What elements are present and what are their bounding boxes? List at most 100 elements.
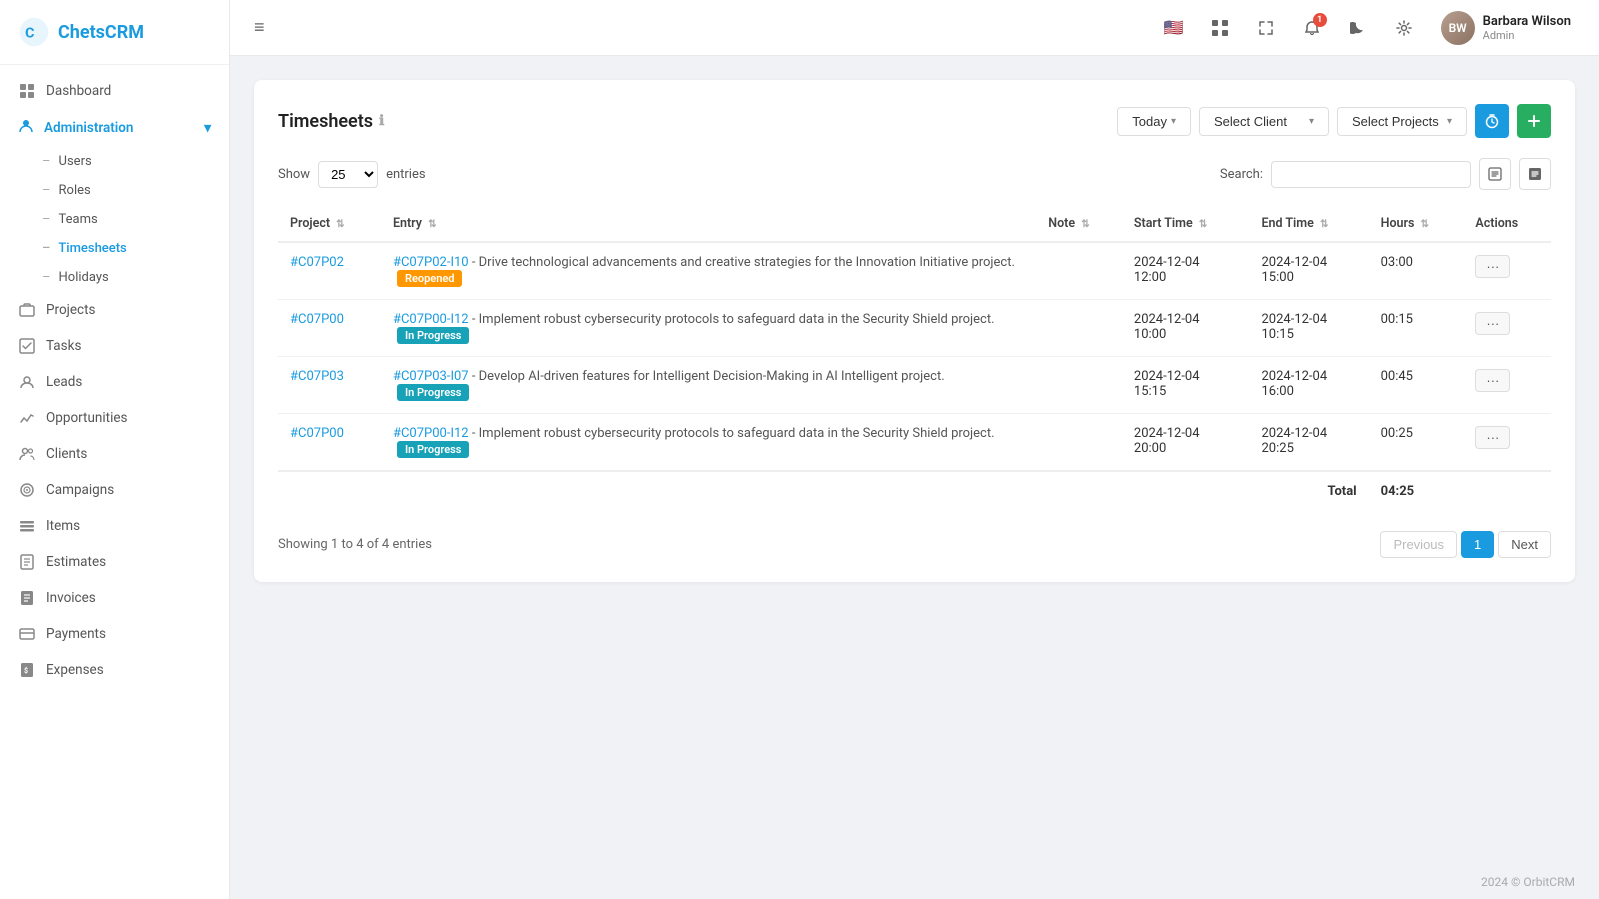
col-end-time-label: End Time (1262, 216, 1314, 231)
table-row: #C07P03 #C07P03-I07 - Develop AI-driven … (278, 357, 1551, 414)
dashboard-icon (18, 82, 36, 100)
opportunities-icon (18, 409, 36, 427)
col-start-time-label: Start Time (1134, 216, 1193, 231)
select-projects-button[interactable]: Select Projects ▾ (1337, 107, 1467, 136)
entry-text-1: - Implement robust cybersecurity protoco… (472, 312, 995, 327)
project-link-0[interactable]: #C07P02 (290, 255, 344, 270)
sidebar-item-payments[interactable]: Payments (0, 616, 229, 652)
row-actions-button-1[interactable]: ··· (1475, 312, 1510, 335)
sidebar-item-administration[interactable]: Administration ▾ (0, 109, 229, 147)
today-filter-button[interactable]: Today ▾ (1117, 107, 1191, 136)
sidebar-item-expenses[interactable]: $ Expenses (0, 652, 229, 688)
project-link-3[interactable]: #C07P00 (290, 426, 344, 441)
menu-toggle-button[interactable]: ≡ (250, 13, 269, 42)
cell-entry-0: #C07P02-I10 - Drive technological advanc… (381, 242, 1036, 300)
table-row: #C07P00 #C07P00-I12 - Implement robust c… (278, 300, 1551, 357)
sidebar-item-estimates[interactable]: Estimates (0, 544, 229, 580)
cell-note-0 (1036, 242, 1122, 300)
entry-link-2[interactable]: #C07P03-I07 (393, 369, 469, 384)
sidebar-item-opportunities[interactable]: Opportunities (0, 400, 229, 436)
sidebar-item-dashboard[interactable]: Dashboard (0, 73, 229, 109)
sidebar-item-projects[interactable]: Projects (0, 292, 229, 328)
timer-button[interactable] (1475, 104, 1509, 138)
sidebar-item-invoices-label: Invoices (46, 590, 211, 606)
apps-icon[interactable] (1203, 11, 1237, 45)
add-timesheet-button[interactable] (1517, 104, 1551, 138)
row-actions-button-2[interactable]: ··· (1475, 369, 1510, 392)
export-csv-button[interactable] (1479, 158, 1511, 190)
total-label: Total (1250, 471, 1369, 511)
svg-text:C: C (25, 25, 34, 41)
dark-mode-icon[interactable] (1341, 11, 1375, 45)
project-link-1[interactable]: #C07P00 (290, 312, 344, 327)
projects-caret-icon: ▾ (1447, 116, 1452, 127)
cell-project-2: #C07P03 (278, 357, 381, 414)
timesheets-title-text: Timesheets (278, 111, 373, 132)
col-project-label: Project (290, 216, 330, 231)
sidebar-item-items[interactable]: Items (0, 508, 229, 544)
col-entry[interactable]: Entry ⇅ (381, 206, 1036, 242)
entries-label: entries (386, 167, 426, 182)
cell-note-1 (1036, 300, 1122, 357)
col-start-time[interactable]: Start Time ⇅ (1122, 206, 1250, 242)
sidebar-item-users[interactable]: Users (0, 147, 229, 176)
cell-end-time-1: 2024-12-04 10:15 (1250, 300, 1369, 357)
sidebar-item-holidays-label: Holidays (59, 270, 109, 285)
sidebar-item-projects-label: Projects (46, 302, 211, 318)
sidebar-item-timesheets[interactable]: Timesheets (0, 234, 229, 263)
logo[interactable]: C ChetsCRM (0, 0, 229, 65)
notification-icon[interactable]: 1 (1295, 11, 1329, 45)
col-note[interactable]: Note ⇅ (1036, 206, 1122, 242)
sidebar-item-holidays[interactable]: Holidays (0, 263, 229, 292)
entries-per-page-select[interactable]: 25 10 50 100 (318, 161, 378, 188)
cell-end-time-0: 2024-12-04 15:00 (1250, 242, 1369, 300)
sidebar-item-clients[interactable]: Clients (0, 436, 229, 472)
project-link-2[interactable]: #C07P03 (290, 369, 344, 384)
col-project[interactable]: Project ⇅ (278, 206, 381, 242)
page-1-button[interactable]: 1 (1461, 531, 1494, 558)
col-hours-label: Hours (1381, 216, 1415, 231)
entry-link-1[interactable]: #C07P00-I12 (393, 312, 469, 327)
today-caret-icon: ▾ (1171, 116, 1176, 127)
cell-start-time-3: 2024-12-04 20:00 (1122, 414, 1250, 472)
badge-3: In Progress (397, 441, 469, 458)
pagination-bar: Showing 1 to 4 of 4 entries Previous 1 N… (278, 531, 1551, 558)
footer-text: 2024 © OrbitCRM (1481, 875, 1575, 889)
sidebar-item-invoices[interactable]: Invoices (0, 580, 229, 616)
sidebar-item-teams[interactable]: Teams (0, 205, 229, 234)
cell-hours-1: 00:15 (1369, 300, 1464, 357)
administration-icon (18, 118, 34, 138)
sidebar-item-tasks[interactable]: Tasks (0, 328, 229, 364)
info-icon[interactable]: ℹ (379, 113, 384, 129)
user-profile[interactable]: BW Barbara Wilson Admin (1433, 7, 1579, 49)
sidebar-item-leads[interactable]: Leads (0, 364, 229, 400)
entry-link-3[interactable]: #C07P00-I12 (393, 426, 469, 441)
export-pdf-button[interactable] (1519, 158, 1551, 190)
sidebar-item-estimates-label: Estimates (46, 554, 211, 570)
sidebar-item-opportunities-label: Opportunities (46, 410, 211, 426)
timesheets-card: Timesheets ℹ Today ▾ Select Client ▾ Sel… (254, 80, 1575, 582)
cell-project-0: #C07P02 (278, 242, 381, 300)
col-hours[interactable]: Hours ⇅ (1369, 206, 1464, 242)
sidebar-item-teams-label: Teams (59, 212, 98, 227)
sidebar: C ChetsCRM Dashboard Administration ▾ Us… (0, 0, 230, 899)
sidebar-item-roles[interactable]: Roles (0, 176, 229, 205)
expand-icon[interactable] (1249, 11, 1283, 45)
next-page-button[interactable]: Next (1498, 531, 1551, 558)
main-area: ≡ 🇺🇸 1 BW Barbara Wilson Admin (230, 0, 1599, 899)
client-caret-icon: ▾ (1309, 116, 1314, 127)
entry-link-0[interactable]: #C07P02-I10 (393, 255, 469, 270)
row-actions-button-3[interactable]: ··· (1475, 426, 1510, 449)
col-end-time[interactable]: End Time ⇅ (1250, 206, 1369, 242)
sidebar-item-clients-label: Clients (46, 446, 211, 462)
previous-page-button[interactable]: Previous (1380, 531, 1457, 558)
search-input[interactable] (1271, 161, 1471, 188)
settings-icon[interactable] (1387, 11, 1421, 45)
cell-project-3: #C07P00 (278, 414, 381, 472)
select-client-button[interactable]: Select Client ▾ (1199, 107, 1329, 136)
row-actions-button-0[interactable]: ··· (1475, 255, 1510, 278)
sort-start-time-icon: ⇅ (1199, 219, 1207, 230)
select-client-label: Select Client (1214, 114, 1287, 129)
flag-icon[interactable]: 🇺🇸 (1157, 11, 1191, 45)
sidebar-item-campaigns[interactable]: Campaigns (0, 472, 229, 508)
